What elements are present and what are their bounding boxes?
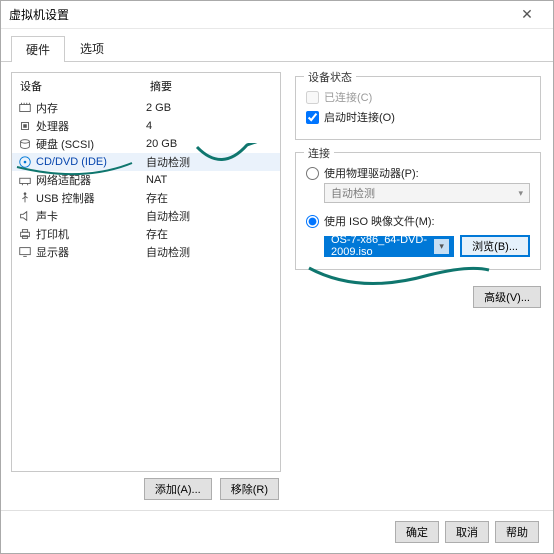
hw-usb[interactable]: USB 控制器 存在 — [12, 189, 280, 207]
chevron-down-icon[interactable]: ▾ — [434, 239, 449, 254]
hw-disk[interactable]: 硬盘 (SCSI) 20 GB — [12, 135, 280, 153]
cd-icon — [16, 155, 34, 169]
hw-network[interactable]: 网络适配器 NAT — [12, 171, 280, 189]
display-icon — [16, 245, 34, 259]
hw-display[interactable]: 显示器 自动检测 — [12, 243, 280, 261]
hw-summary: 自动检测 — [146, 208, 276, 224]
usb-icon — [16, 191, 34, 205]
connect-at-startup-checkbox[interactable]: 启动时连接(O) — [306, 107, 530, 127]
advanced-button[interactable]: 高级(V)... — [473, 286, 541, 308]
connect-at-startup-input[interactable] — [306, 111, 319, 124]
col-summary: 摘要 — [150, 78, 272, 94]
hw-label: 硬盘 (SCSI) — [34, 136, 146, 152]
physical-drive-input[interactable] — [306, 167, 319, 180]
iso-input[interactable] — [306, 215, 319, 228]
connection-group: 连接 使用物理驱动器(P): 自动检测 ▾ 使用 ISO 映像文件(M): — [295, 152, 541, 270]
hw-cpu[interactable]: 处理器 4 — [12, 117, 280, 135]
iso-radio[interactable]: 使用 ISO 映像文件(M): — [306, 211, 530, 231]
hw-label: 声卡 — [34, 208, 146, 224]
hw-printer[interactable]: 打印机 存在 — [12, 225, 280, 243]
hw-label: CD/DVD (IDE) — [34, 156, 146, 168]
tab-options[interactable]: 选项 — [65, 35, 119, 61]
hw-summary: 4 — [146, 120, 276, 132]
sound-icon — [16, 209, 34, 223]
browse-button[interactable]: 浏览(B)... — [460, 235, 530, 257]
physical-drive-value: 自动检测 — [331, 185, 375, 201]
hw-summary: 自动检测 — [146, 244, 276, 260]
iso-label: 使用 ISO 映像文件(M): — [324, 213, 435, 229]
hw-sound[interactable]: 声卡 自动检测 — [12, 207, 280, 225]
window-title: 虚拟机设置 — [9, 6, 509, 23]
cancel-button[interactable]: 取消 — [445, 521, 489, 543]
hw-summary: 存在 — [146, 226, 276, 242]
add-button[interactable]: 添加(A)... — [144, 478, 212, 500]
hw-label: 显示器 — [34, 244, 146, 260]
hardware-panel: 设备 摘要 内存 2 GB 处理器 4 硬盘 (SCSI) 20 GB — [11, 72, 281, 472]
advanced-row: 高级(V)... — [295, 286, 541, 308]
physical-drive-select-wrap: 自动检测 ▾ — [324, 183, 530, 203]
dialog-body: 设备 摘要 内存 2 GB 处理器 4 硬盘 (SCSI) 20 GB — [1, 62, 553, 510]
hw-summary: NAT — [146, 174, 276, 186]
hardware-header: 设备 摘要 — [12, 73, 280, 99]
memory-icon — [16, 101, 34, 115]
physical-drive-select: 自动检测 ▾ — [324, 183, 530, 203]
hw-summary: 20 GB — [146, 138, 276, 150]
chevron-down-icon: ▾ — [518, 188, 523, 199]
physical-drive-radio[interactable]: 使用物理驱动器(P): — [306, 163, 530, 183]
device-status-group: 设备状态 已连接(C) 启动时连接(O) — [295, 76, 541, 140]
tab-hardware[interactable]: 硬件 — [11, 36, 65, 62]
group-title-status: 设备状态 — [304, 69, 356, 85]
hw-label: 处理器 — [34, 118, 146, 134]
connected-checkbox: 已连接(C) — [306, 87, 530, 107]
titlebar: 虚拟机设置 ✕ — [1, 1, 553, 29]
hw-cddvd[interactable]: CD/DVD (IDE) 自动检测 — [12, 153, 280, 171]
hw-buttons: 添加(A)... 移除(R) — [11, 472, 281, 500]
details-column: 设备状态 已连接(C) 启动时连接(O) 连接 使用物理驱动器(P): — [289, 72, 543, 500]
iso-row: OS-7-x86_64-DVD-2009.iso ▾ 浏览(B)... — [324, 235, 530, 257]
vm-settings-window: 虚拟机设置 ✕ 硬件 选项 设备 摘要 内存 2 GB 处理器 4 — [0, 0, 554, 554]
connect-at-startup-label: 启动时连接(O) — [324, 109, 395, 125]
hw-label: 内存 — [34, 100, 146, 116]
hw-label: 打印机 — [34, 226, 146, 242]
help-button[interactable]: 帮助 — [495, 521, 539, 543]
connected-label: 已连接(C) — [324, 89, 372, 105]
disk-icon — [16, 137, 34, 151]
hardware-column: 设备 摘要 内存 2 GB 处理器 4 硬盘 (SCSI) 20 GB — [11, 72, 281, 500]
tabs: 硬件 选项 — [1, 29, 553, 62]
physical-drive-label: 使用物理驱动器(P): — [324, 165, 419, 181]
col-device: 设备 — [20, 78, 150, 94]
hw-summary: 自动检测 — [146, 154, 276, 170]
iso-file-value: OS-7-x86_64-DVD-2009.iso — [331, 234, 447, 258]
close-button[interactable]: ✕ — [509, 1, 545, 29]
printer-icon — [16, 227, 34, 241]
iso-file-select[interactable]: OS-7-x86_64-DVD-2009.iso ▾ — [324, 236, 454, 257]
hw-label: USB 控制器 — [34, 190, 146, 206]
hw-label: 网络适配器 — [34, 172, 146, 188]
ok-button[interactable]: 确定 — [395, 521, 439, 543]
network-icon — [16, 173, 34, 187]
remove-button[interactable]: 移除(R) — [220, 478, 279, 500]
group-title-connection: 连接 — [304, 145, 334, 161]
cpu-icon — [16, 119, 34, 133]
dialog-footer: 确定 取消 帮助 — [1, 510, 553, 553]
connected-input — [306, 91, 319, 104]
hw-summary: 存在 — [146, 190, 276, 206]
hw-memory[interactable]: 内存 2 GB — [12, 99, 280, 117]
hw-summary: 2 GB — [146, 102, 276, 114]
